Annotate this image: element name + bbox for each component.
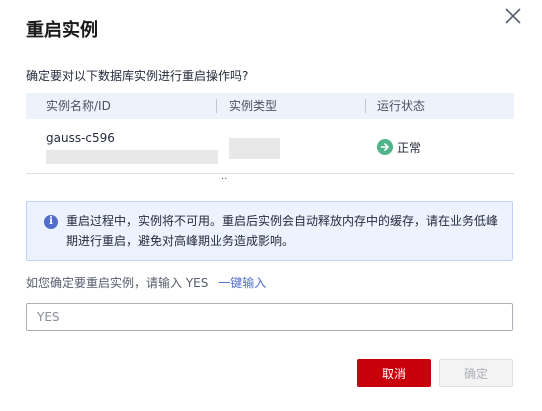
table-header: 实例名称/ID 实例类型 运行状态 bbox=[26, 93, 514, 119]
column-divider bbox=[365, 99, 366, 113]
masked-instance-type bbox=[229, 138, 280, 159]
status-text: 正常 bbox=[397, 140, 422, 155]
arrow-right-circle-icon bbox=[377, 139, 393, 155]
info-icon: i bbox=[44, 215, 58, 229]
info-alert: i 重启过程中，实例将不可用。重启后实例会自动释放内存中的缓存，请在业务低峰期进… bbox=[26, 201, 513, 261]
ok-button[interactable]: 确定 bbox=[439, 359, 513, 387]
confirm-prompt-line: 如您确定要重启实例，请输入 YES 一键输入 bbox=[26, 275, 266, 291]
column-divider bbox=[216, 99, 217, 113]
restart-instance-dialog: 重启实例 确定要对以下数据库实例进行重启操作吗? 实例名称/ID 实例类型 运行… bbox=[0, 0, 542, 411]
confirm-prompt: 如您确定要重启实例，请输入 YES bbox=[26, 276, 209, 290]
instance-id-ellipsis: .. bbox=[221, 171, 228, 182]
instance-table: 实例名称/ID 实例类型 运行状态 gauss-c596 .. 正常 bbox=[26, 93, 514, 182]
instance-name: gauss-c596 bbox=[46, 131, 115, 145]
confirm-input[interactable] bbox=[26, 303, 513, 331]
column-header-status: 运行状态 bbox=[377, 99, 426, 113]
table-row: gauss-c596 .. 正常 bbox=[26, 119, 514, 182]
dialog-title: 重启实例 bbox=[26, 20, 98, 41]
cancel-button[interactable]: 取消 bbox=[357, 359, 431, 387]
restart-question: 确定要对以下数据库实例进行重启操作吗? bbox=[26, 69, 249, 83]
close-icon[interactable] bbox=[503, 6, 523, 26]
masked-instance-id bbox=[46, 150, 218, 164]
status-badge: 正常 bbox=[377, 138, 421, 156]
column-header-name-id: 实例名称/ID bbox=[46, 99, 111, 113]
one-key-input-link[interactable]: 一键输入 bbox=[218, 276, 266, 290]
column-header-type: 实例类型 bbox=[229, 99, 278, 113]
info-text: 重启过程中，实例将不可用。重启后实例会自动释放内存中的缓存，请在业务低峰期进行重… bbox=[66, 214, 499, 248]
